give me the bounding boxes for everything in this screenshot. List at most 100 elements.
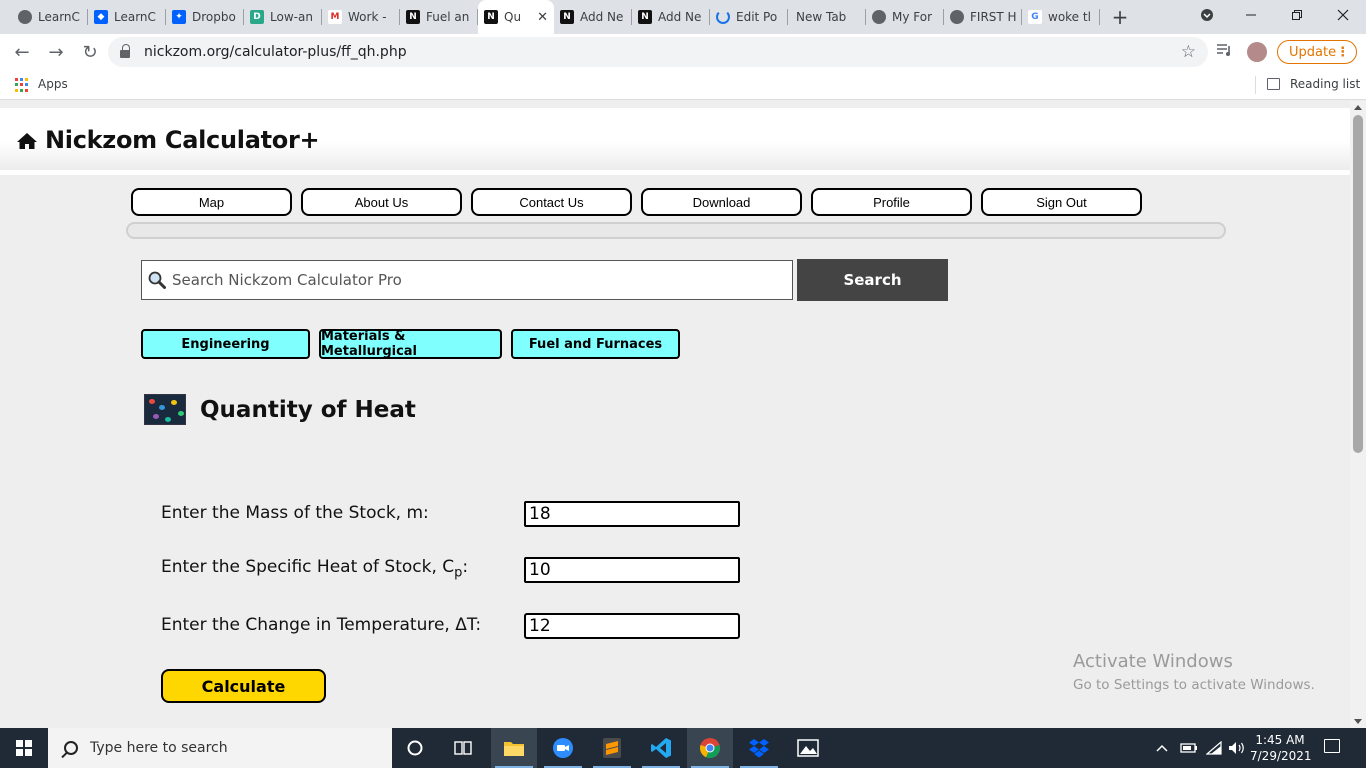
browser-tab[interactable]: New Tab — [788, 0, 866, 34]
nav-sign-out-button[interactable]: Sign Out — [981, 188, 1142, 216]
reading-list-icon[interactable] — [1267, 78, 1280, 90]
tab-label: LearnC — [114, 10, 156, 24]
browser-tab[interactable]: Edit Po — [710, 0, 788, 34]
browser-tab[interactable]: ◆ LearnC — [88, 0, 166, 34]
profile-avatar[interactable] — [1247, 42, 1267, 62]
more-vert-icon: ⋮ — [1336, 44, 1350, 60]
browser-tab[interactable]: N Add Ne — [632, 0, 710, 34]
watermark-subtitle: Go to Settings to activate Windows. — [1073, 677, 1315, 693]
tab-label: Dropbo — [192, 10, 236, 24]
temperature-change-input[interactable] — [524, 613, 740, 639]
show-hidden-icons[interactable] — [1156, 728, 1168, 768]
calculate-button[interactable]: Calculate — [161, 669, 326, 703]
bookmark-divider — [1255, 76, 1256, 94]
apps-bookmark[interactable]: Apps — [38, 77, 68, 91]
category-fuel-furnaces-button[interactable]: Fuel and Furnaces — [511, 329, 680, 359]
media-control-icon[interactable] — [1217, 42, 1233, 61]
notification-center-icon[interactable] — [1324, 739, 1340, 753]
nav-contact-us-button[interactable]: Contact Us — [471, 188, 632, 216]
browser-tab[interactable]: M Work - — [322, 0, 400, 34]
category-breadcrumbs: Engineering Materials & Metallurgical Fu… — [141, 329, 680, 359]
dropbox-icon[interactable] — [736, 728, 782, 768]
site-title[interactable]: Nickzom Calculator+ — [45, 126, 320, 154]
windows-logo-icon — [16, 740, 32, 756]
category-materials-button[interactable]: Materials & Metallurgical — [319, 329, 502, 359]
specific-heat-label-text: Enter the Specific Heat of Stock, C — [161, 557, 455, 577]
chrome-update-button[interactable]: Update ⋮ — [1277, 40, 1357, 64]
taskbar-clock[interactable]: 1:45 AM 7/29/2021 — [1250, 732, 1312, 764]
chrome-icon[interactable] — [687, 728, 733, 768]
update-label: Update — [1289, 44, 1337, 60]
minimize-icon[interactable] — [1228, 0, 1274, 30]
home-icon[interactable] — [16, 132, 38, 150]
bookmarks-bar: Apps Reading list — [0, 70, 1366, 100]
scrollbar-thumb[interactable] — [1353, 115, 1363, 453]
category-engineering-button[interactable]: Engineering — [141, 329, 310, 359]
scroll-down-arrow-icon[interactable] — [1354, 719, 1362, 724]
battery-icon[interactable] — [1180, 728, 1198, 768]
nickzom-icon: N — [638, 10, 652, 24]
nav-about-us-button[interactable]: About Us — [301, 188, 462, 216]
browser-tab[interactable]: ✦ Dropbo — [166, 0, 244, 34]
reading-list-button[interactable]: Reading list — [1290, 77, 1360, 91]
taskbar-search-input[interactable] — [90, 740, 370, 756]
browser-tab[interactable]: FIRST H — [944, 0, 1022, 34]
box-icon: ◆ — [94, 10, 108, 24]
file-explorer-icon[interactable] — [491, 728, 537, 768]
mass-input[interactable] — [524, 501, 740, 527]
browser-tab[interactable]: LearnC — [0, 0, 88, 34]
calculator-thumbnail — [144, 394, 186, 425]
page-scrollbar[interactable] — [1350, 101, 1366, 728]
d-icon: D — [250, 10, 264, 24]
globe-icon — [18, 10, 32, 24]
browser-tab[interactable]: Gwoke tl — [1022, 0, 1100, 34]
tab-label: FIRST H — [970, 10, 1016, 24]
forward-arrow-icon[interactable]: → — [40, 36, 72, 68]
browser-tab[interactable]: N Add Ne — [554, 0, 632, 34]
bookmark-star-icon[interactable]: ☆ — [1181, 42, 1196, 62]
tab-search-icon[interactable] — [1184, 0, 1230, 30]
wifi-icon[interactable] — [1206, 728, 1222, 768]
nickzom-icon: N — [406, 10, 420, 24]
scroll-up-arrow-icon[interactable] — [1354, 105, 1362, 110]
back-arrow-icon[interactable]: ← — [6, 36, 38, 68]
browser-tab[interactable]: N Fuel an — [400, 0, 478, 34]
tab-label: LearnC — [38, 10, 80, 24]
sublime-text-icon[interactable] — [589, 728, 635, 768]
taskbar-search[interactable] — [48, 728, 392, 768]
browser-tab-active[interactable]: N Qu ✕ — [478, 0, 554, 34]
photos-icon[interactable] — [785, 728, 831, 768]
apps-grid-icon[interactable] — [15, 78, 29, 92]
gmail-icon: M — [328, 10, 342, 24]
calculator-heading: Quantity of Heat — [144, 394, 416, 425]
activate-windows-watermark: Activate Windows Go to Settings to activ… — [1073, 651, 1315, 693]
reload-icon[interactable]: ↻ — [74, 36, 106, 68]
restore-icon[interactable] — [1274, 0, 1320, 30]
tab-label: woke tl — [1048, 10, 1091, 24]
nickzom-icon: N — [484, 10, 498, 24]
zoom-icon[interactable] — [540, 728, 586, 768]
site-nav-menu: Map About Us Contact Us Download Profile… — [131, 188, 1142, 216]
volume-icon[interactable] — [1228, 728, 1246, 768]
nav-profile-button[interactable]: Profile — [811, 188, 972, 216]
header-divider — [0, 170, 1350, 175]
task-view-icon[interactable] — [440, 728, 486, 768]
search-icon — [64, 741, 78, 755]
close-window-icon[interactable] — [1320, 0, 1366, 30]
site-search-input[interactable] — [172, 271, 772, 289]
globe-icon — [872, 10, 886, 24]
specific-heat-input[interactable] — [524, 557, 740, 583]
site-search-button[interactable]: Search — [797, 259, 948, 301]
vscode-icon[interactable] — [638, 728, 684, 768]
browser-toolbar: ← → ↻ nickzom.org/calculator-plus/ff_qh.… — [0, 34, 1366, 70]
nav-download-button[interactable]: Download — [641, 188, 802, 216]
browser-tab[interactable]: D Low-an — [244, 0, 322, 34]
new-tab-button[interactable]: + — [1100, 0, 1140, 34]
loading-icon — [716, 10, 730, 24]
browser-tab[interactable]: My For — [866, 0, 944, 34]
nav-map-button[interactable]: Map — [131, 188, 292, 216]
start-button[interactable] — [0, 728, 48, 768]
close-tab-icon[interactable]: ✕ — [537, 10, 548, 25]
cortana-icon[interactable] — [392, 728, 438, 768]
address-bar[interactable]: nickzom.org/calculator-plus/ff_qh.php ☆ — [108, 37, 1208, 67]
